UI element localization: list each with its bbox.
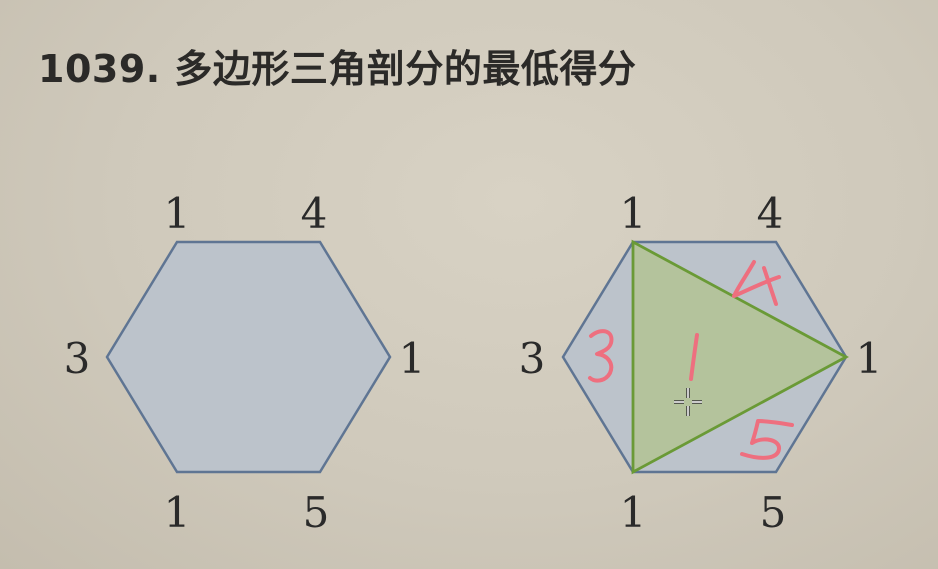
left-hexagon-label-top-left: 1 <box>164 189 191 238</box>
polygon-triangulation-diagram: 1 4 1 5 1 3 1 4 1 5 1 3 <box>64 189 883 537</box>
right-hexagon-label-top-right: 4 <box>757 189 784 238</box>
left-hexagon-group: 1 4 1 5 1 3 <box>64 189 426 537</box>
left-hexagon-label-right: 1 <box>399 334 426 383</box>
left-hexagon-label-left: 3 <box>64 334 91 383</box>
left-hexagon <box>105 240 392 474</box>
left-hexagon-label-top-right: 4 <box>301 189 328 238</box>
right-hexagon-label-right: 1 <box>856 334 883 383</box>
right-hexagon-group: 1 4 1 5 1 3 <box>519 189 883 537</box>
right-hexagon-label-bottom-left: 1 <box>620 488 647 537</box>
right-hexagon-label-top-left: 1 <box>620 189 647 238</box>
left-hexagon-label-bottom-right: 5 <box>303 488 330 537</box>
left-hexagon-label-bottom-left: 1 <box>164 488 191 537</box>
right-hexagon-label-bottom-right: 5 <box>760 488 787 537</box>
right-hexagon-label-left: 3 <box>519 334 546 383</box>
